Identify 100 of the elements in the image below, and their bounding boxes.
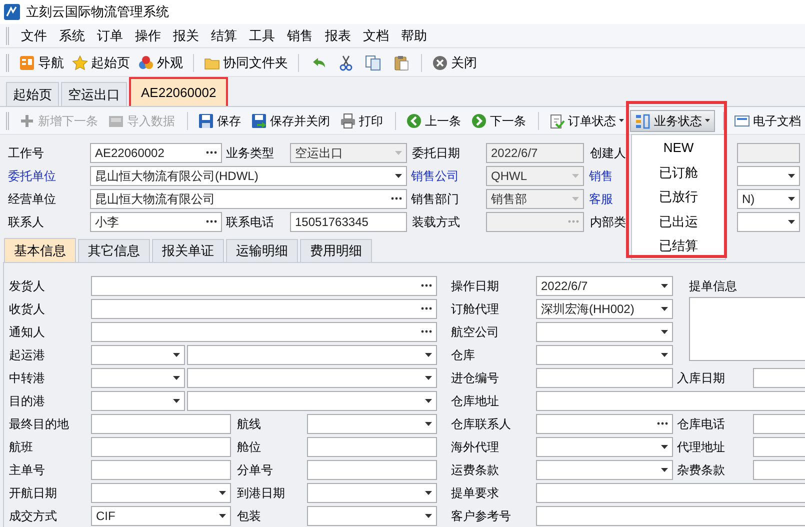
dropdown-field[interactable]	[187, 344, 437, 364]
dropdown-arrow-icon[interactable]	[219, 514, 226, 518]
toolbar-button[interactable]: 打印	[336, 110, 387, 132]
input-field[interactable]	[753, 414, 805, 434]
field-link[interactable]: 销售	[584, 166, 613, 184]
dropdown-arrow-icon[interactable]	[425, 398, 432, 402]
toolbar-button[interactable]: 业务状态	[630, 110, 715, 132]
dropdown-field[interactable]	[307, 506, 437, 526]
dropdown-arrow-icon[interactable]	[661, 352, 668, 356]
input-field[interactable]	[307, 436, 437, 456]
toolbar-button[interactable]: 保存	[194, 110, 245, 132]
menu-item[interactable]: 文件	[15, 26, 53, 46]
input-field[interactable]	[753, 436, 805, 456]
dropdown-arrow-icon[interactable]	[173, 376, 180, 380]
toolbar-button[interactable]: 外观	[134, 52, 187, 74]
ellipsis-icon[interactable]	[206, 151, 217, 154]
dropdown-field[interactable]	[536, 460, 673, 480]
menu-item[interactable]: 操作	[129, 26, 167, 46]
dropdown-arrow-icon[interactable]	[661, 468, 668, 472]
dropdown-field[interactable]: 2022/6/7	[536, 276, 673, 296]
document-tab[interactable]: 空运出口	[61, 82, 127, 106]
dropdown-arrow-icon[interactable]	[425, 514, 432, 518]
dropdown-field[interactable]	[737, 212, 800, 232]
input-field[interactable]	[753, 460, 805, 480]
ellipsis-icon[interactable]	[421, 307, 432, 310]
toolbar-button[interactable]: 电子文档	[730, 110, 805, 132]
menu-option[interactable]: 已出运	[632, 209, 725, 234]
dropdown-field[interactable]	[91, 390, 185, 410]
input-field[interactable]	[91, 436, 231, 456]
dropdown-arrow-icon[interactable]	[425, 352, 432, 356]
dropdown-field[interactable]	[737, 166, 800, 186]
dropdown-field[interactable]: 昆山恒大物流有限公司(HDWL)	[90, 166, 407, 186]
document-tab[interactable]: 起始页	[6, 82, 59, 106]
menu-item[interactable]: 帮助	[395, 26, 433, 46]
tab[interactable]: 报关单证	[152, 239, 224, 262]
ellipsis-icon[interactable]	[391, 197, 402, 200]
menu-item[interactable]: 报关	[167, 26, 205, 46]
menu-option[interactable]: 已结算	[632, 234, 725, 258]
dropdown-field[interactable]: N)	[737, 188, 800, 208]
menu-item[interactable]: 结算	[205, 26, 243, 46]
lookup-field[interactable]	[91, 322, 437, 342]
input-field[interactable]	[536, 482, 805, 502]
toolbar-button[interactable]: 订单状态	[545, 110, 628, 132]
input-field[interactable]: 15051763345	[290, 212, 407, 232]
dropdown-field[interactable]	[91, 482, 231, 502]
lookup-field[interactable]: 小李	[90, 212, 222, 232]
input-field[interactable]	[753, 368, 805, 388]
menu-item[interactable]: 系统	[53, 26, 91, 46]
ellipsis-icon[interactable]	[421, 330, 432, 333]
input-field[interactable]	[91, 414, 231, 434]
dropdown-field[interactable]	[536, 436, 673, 456]
toolbar-button[interactable]: 导航	[15, 52, 68, 74]
dropdown-field[interactable]	[307, 414, 437, 434]
dropdown-field[interactable]: 深圳宏海(HH002)	[536, 298, 673, 318]
dropdown-arrow-icon[interactable]	[425, 376, 432, 380]
toolbar-button[interactable]: 保存并关闭	[247, 110, 334, 132]
toolbar-button[interactable]: 下一条	[467, 110, 530, 132]
dropdown-arrow-icon[interactable]	[395, 174, 402, 178]
dropdown-field[interactable]	[187, 368, 437, 388]
input-field[interactable]	[307, 460, 437, 480]
dropdown-arrow-icon[interactable]	[788, 220, 795, 224]
dropdown-field[interactable]	[536, 344, 673, 364]
dropdown-arrow-icon[interactable]	[173, 398, 180, 402]
menu-option[interactable]: 已放行	[632, 184, 725, 209]
ellipsis-icon[interactable]	[421, 284, 432, 287]
field-link[interactable]: 客服	[584, 190, 613, 208]
menu-item[interactable]: 报表	[319, 26, 357, 46]
dropdown-arrow-icon[interactable]	[661, 284, 668, 288]
tab[interactable]: 运输明细	[226, 239, 298, 262]
dropdown-arrow-icon[interactable]	[219, 490, 226, 494]
tab[interactable]: 其它信息	[78, 239, 150, 262]
dropdown-arrow-icon[interactable]	[661, 306, 668, 310]
dropdown-arrow-icon[interactable]	[173, 352, 180, 356]
dropdown-arrow-icon[interactable]	[788, 196, 795, 200]
toolbar-button[interactable]: 关闭	[428, 52, 481, 74]
lookup-field[interactable]	[536, 414, 673, 434]
dropdown-arrow-icon[interactable]	[788, 174, 795, 178]
document-tab[interactable]: AE22060002	[129, 77, 228, 106]
dropdown-field[interactable]	[91, 344, 185, 364]
ellipsis-icon[interactable]	[206, 220, 217, 223]
input-field[interactable]	[536, 390, 805, 410]
menu-item[interactable]: 文档	[357, 26, 395, 46]
toolbar-button[interactable]: 协同文件夹	[200, 52, 292, 74]
lookup-field[interactable]: AE22060002	[90, 142, 222, 162]
dropdown-field[interactable]: CIF	[91, 506, 231, 526]
dropdown-arrow-icon[interactable]	[661, 330, 668, 334]
dropdown-arrow-icon[interactable]	[661, 444, 668, 448]
input-field[interactable]	[91, 460, 231, 480]
toolbar-button[interactable]: 起始页	[68, 52, 134, 74]
toolbar-button[interactable]: 上一条	[402, 110, 465, 132]
tab[interactable]: 基本信息	[4, 238, 76, 262]
input-field[interactable]	[536, 506, 805, 526]
tab[interactable]: 费用明细	[300, 239, 372, 262]
lookup-field[interactable]	[91, 298, 437, 318]
dropdown-field[interactable]	[307, 482, 437, 502]
menu-item[interactable]: 订单	[91, 26, 129, 46]
dropdown-field[interactable]	[91, 368, 185, 388]
dropdown-field[interactable]	[187, 390, 437, 410]
menu-option[interactable]: NEW	[632, 136, 725, 160]
menu-item[interactable]: 工具	[243, 26, 281, 46]
